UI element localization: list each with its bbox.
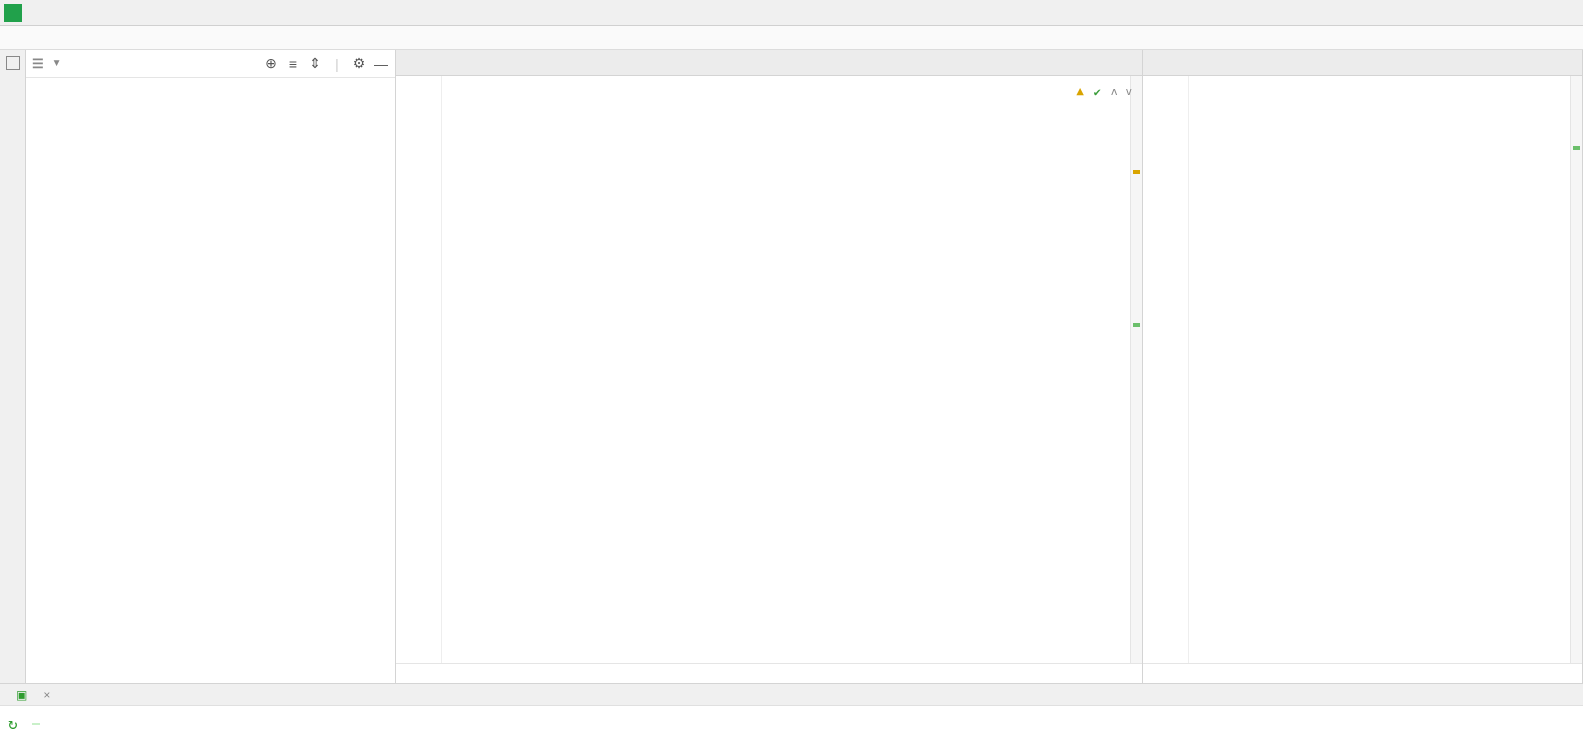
expand-all-icon[interactable]: ≡ — [285, 56, 301, 72]
editor-breadcrumb-left[interactable] — [396, 663, 1142, 683]
editor-right[interactable] — [1143, 76, 1582, 663]
fold-gutter[interactable] — [426, 76, 442, 663]
project-panel: ☰ ▼ ⊕ ≡ ⇕ | ⚙ — — [26, 50, 396, 683]
toolwindow-toggle-icon[interactable] — [6, 56, 20, 70]
run-status-icon: ▣ — [16, 688, 27, 702]
editor-area: ʌv — [396, 50, 1583, 683]
rerun-icon[interactable]: ↻ — [8, 713, 18, 734]
editor-breadcrumb-right[interactable] — [1143, 663, 1582, 683]
console-output[interactable]: ↻ — [0, 705, 1583, 741]
divider: | — [329, 56, 345, 72]
code-area[interactable] — [442, 76, 1142, 663]
line-gutter[interactable] — [396, 76, 426, 663]
project-tree[interactable] — [26, 78, 395, 683]
left-tool-gutter — [0, 50, 26, 683]
app-logo-icon — [4, 4, 22, 22]
editor-scrollbar[interactable] — [1130, 76, 1142, 663]
editor-pane-right — [1143, 50, 1583, 683]
line-gutter[interactable] — [1143, 76, 1173, 663]
inspection-widget[interactable]: ʌv — [1076, 78, 1132, 107]
code-area[interactable] — [1189, 76, 1582, 663]
editor-scrollbar[interactable] — [1570, 76, 1582, 663]
breadcrumb-bar — [0, 26, 1583, 50]
run-tool-bar[interactable]: ▣ × — [0, 683, 1583, 705]
close-run-tab-icon[interactable]: × — [43, 688, 50, 702]
project-panel-header: ☰ ▼ ⊕ ≡ ⇕ | ⚙ — — [26, 50, 395, 78]
project-panel-title[interactable]: ☰ ▼ — [32, 56, 62, 72]
editor-left[interactable]: ʌv — [396, 76, 1142, 663]
collapse-all-icon[interactable]: ⇕ — [307, 56, 323, 72]
title-bar — [0, 0, 1583, 26]
editor-pane-left: ʌv — [396, 50, 1143, 683]
editor-tabs-left — [396, 50, 1142, 76]
editor-tabs-right — [1143, 50, 1582, 76]
fold-gutter[interactable] — [1173, 76, 1189, 663]
hide-panel-icon[interactable]: — — [373, 56, 389, 72]
console-status-badge — [32, 723, 40, 725]
locate-icon[interactable]: ⊕ — [263, 56, 279, 72]
settings-icon[interactable]: ⚙ — [351, 56, 367, 72]
